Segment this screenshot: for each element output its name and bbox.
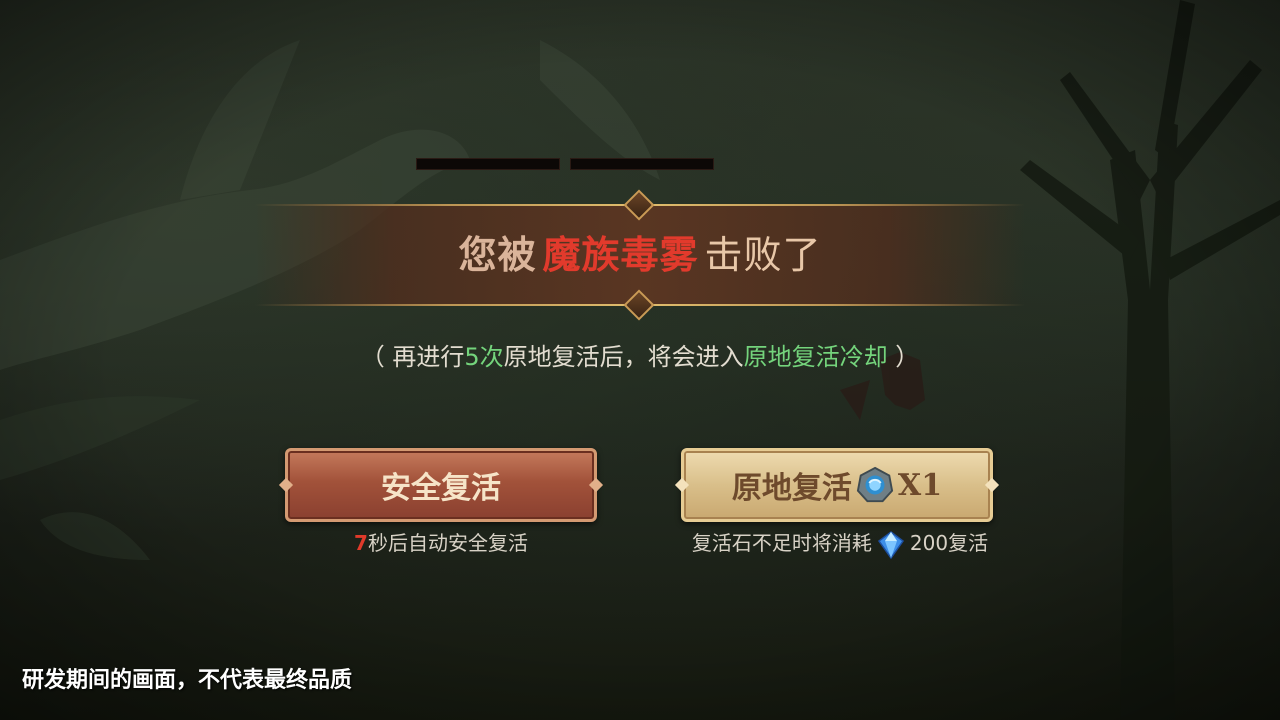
defeat-title-prefix: 您被 [458, 232, 537, 277]
in-place-revive-button[interactable]: 原地复活 X1 [674, 448, 1000, 522]
health-bar [570, 158, 714, 170]
defeat-title: 您被 魔族毒雾 击败了 [255, 230, 1025, 280]
auto-revive-countdown: 7秒后自动安全复活 [285, 528, 597, 558]
revive-stone-count: X1 [897, 467, 943, 503]
revive-cost-note: 复活石不足时将消耗 200复活 [640, 528, 1040, 560]
revive-stone-icon [856, 466, 894, 503]
note-close: ） [887, 343, 920, 371]
health-bars [416, 158, 714, 170]
countdown-text: 秒后自动安全复活 [367, 531, 528, 555]
cost-suffix: 复活 [948, 531, 989, 555]
defeat-banner: 您被 魔族毒雾 击败了 [255, 189, 1025, 321]
in-place-revive-label: 原地复活 [731, 471, 852, 506]
game-scene: 您被 魔族毒雾 击败了 （ 再进行5次原地复活后，将会进入原地复活冷却 ） 安全复活… [0, 0, 1280, 720]
dev-build-disclaimer: 研发期间的画面，不代表最终品质 [22, 668, 353, 693]
diamond-icon [877, 530, 904, 559]
countdown-seconds: 7 [354, 531, 368, 555]
enemy-name: 魔族毒雾 [542, 232, 699, 277]
safe-revive-label: 安全复活 [381, 471, 501, 506]
revive-limit-note: （ 再进行5次原地复活后，将会进入原地复活冷却 ） [0, 338, 1280, 376]
safe-revive-button[interactable]: 安全复活 [278, 448, 604, 522]
cost-amount: 200 [909, 531, 949, 555]
note-cooldown: 原地复活冷却 [743, 343, 888, 371]
cost-text: 复活石不足时将消耗 [691, 531, 872, 555]
defeat-title-suffix: 击败了 [704, 233, 822, 277]
note-mid: 原地复活后，将会进入 [503, 343, 744, 371]
note-count: 5次 [464, 343, 504, 371]
health-bar [416, 158, 560, 170]
note-open: （ 再进行 [360, 343, 465, 371]
